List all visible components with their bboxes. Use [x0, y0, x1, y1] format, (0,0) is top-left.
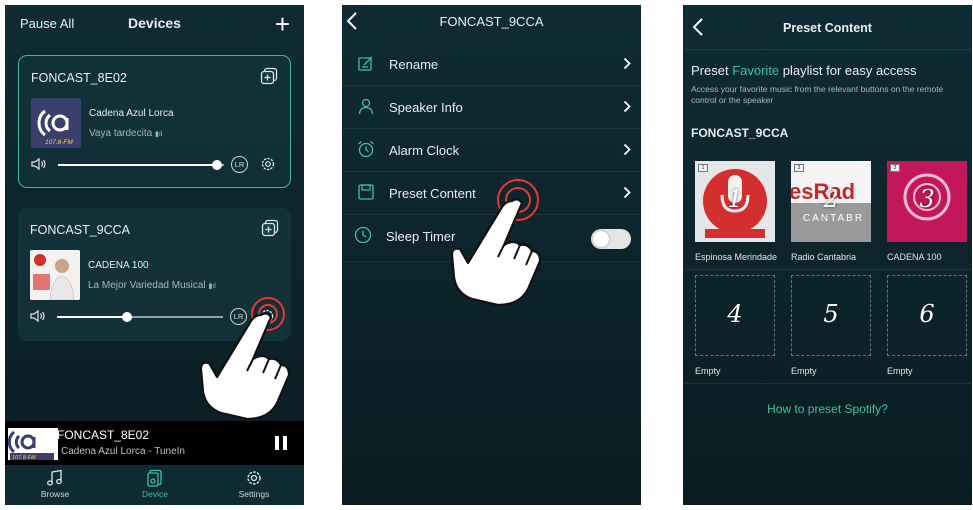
devices-screen: Pause All Devices + FONCAST_8E02 107.8-F…	[5, 5, 304, 505]
preset-tile[interactable]: esRad CANTABR 2 2	[791, 161, 871, 242]
station-subtitle: Vaya tardecita ▮ıl	[89, 128, 163, 139]
sleep-timer-icon	[354, 226, 372, 244]
group-icon[interactable]	[260, 67, 278, 85]
chevron-right-icon	[623, 100, 631, 113]
preset-label: Radio Cantabria	[791, 252, 857, 262]
tab-device[interactable]: Device	[125, 469, 185, 499]
volume-knob[interactable]	[212, 160, 222, 170]
page-title: FONCAST_9CCA	[439, 14, 544, 29]
devices-header: Pause All Devices +	[5, 5, 304, 43]
chevron-right-icon	[623, 57, 631, 70]
preset-label: CADENA 100	[887, 252, 942, 262]
device-name: FONCAST_9CCA	[30, 223, 131, 237]
gear-icon[interactable]	[259, 155, 277, 173]
now-playing-logo: 107.8-FM	[8, 428, 58, 460]
station-logo: 107.8-FM	[31, 98, 81, 148]
spotify-help-link[interactable]: How to preset Spotify?	[683, 402, 972, 416]
device-name: FONCAST_8E02	[31, 71, 127, 85]
volume-fill	[57, 316, 127, 318]
toggle-knob	[593, 231, 609, 247]
sleep-timer-toggle[interactable]	[591, 229, 631, 249]
now-playing-subtitle: Cadena Azul Lorca - TuneIn	[61, 446, 185, 457]
lr-badge[interactable]: LR	[231, 156, 248, 173]
preset-headline: Preset Favorite playlist for easy access	[691, 63, 917, 78]
preset-number: 2	[823, 185, 839, 213]
menu-item-label: Speaker Info	[389, 100, 463, 115]
menu-item-rename[interactable]: Rename	[342, 43, 641, 86]
chevron-right-icon	[623, 143, 631, 156]
menu-item-label: Rename	[389, 57, 439, 72]
preset-art-subtext: CANTABR	[803, 213, 864, 224]
person-icon	[358, 98, 374, 115]
now-playing-title: FONCAST_8E02	[57, 428, 150, 442]
preset-badge: 1	[698, 164, 708, 172]
device-name: FONCAST_9CCA	[691, 126, 789, 140]
preset-content-screen: Preset Content Preset Favorite playlist …	[683, 5, 972, 505]
speaker-volume-icon[interactable]	[30, 309, 46, 323]
radio-logo-icon: 107.8-FM	[8, 430, 54, 460]
divider	[683, 269, 972, 270]
preset-description: Access your favorite music from the rele…	[691, 84, 944, 105]
now-playing-bar[interactable]: 107.8-FM FONCAST_8E02 Cadena Azul Lorca …	[5, 421, 304, 465]
pause-icon[interactable]	[275, 436, 287, 450]
preset-number: 3	[919, 185, 935, 213]
preset-number: 1	[727, 185, 743, 213]
chevron-right-icon	[623, 186, 631, 199]
device-menu-screen: FONCAST_9CCA Rename Speaker Info Alarm C…	[342, 5, 641, 505]
gear-icon	[247, 471, 261, 485]
preset-label: Espinosa Merindades	[695, 252, 777, 262]
divider	[683, 49, 972, 50]
preset-label: Empty	[887, 366, 913, 376]
volume-knob[interactable]	[122, 312, 132, 322]
menu-item-speaker-info[interactable]: Speaker Info	[342, 86, 641, 129]
tab-settings-label: Settings	[238, 489, 270, 499]
device-icon	[147, 469, 162, 487]
menu-item-label: Alarm Clock	[389, 143, 460, 158]
divider	[683, 383, 972, 384]
preset-tile[interactable]: 3 3	[887, 161, 967, 242]
save-icon	[358, 184, 374, 200]
preset-tile[interactable]: 1 1	[695, 161, 775, 242]
preset-badge: 3	[890, 164, 900, 172]
preset-number: 5	[823, 300, 839, 328]
preset-label: Empty	[791, 366, 817, 376]
page-title: Devices	[128, 15, 181, 31]
preset-badge: 2	[794, 164, 804, 172]
preset-number: 6	[919, 300, 935, 328]
station-name: CADENA 100	[88, 260, 149, 271]
music-note-icon	[47, 469, 62, 486]
tab-browse[interactable]: Browse	[25, 469, 85, 499]
logo-freq: 107.8-FM	[12, 455, 36, 460]
logo-freq: 107.8-FM	[45, 139, 73, 146]
alarm-clock-icon	[358, 141, 374, 158]
volume-fill	[58, 164, 217, 166]
tab-settings[interactable]: Settings	[224, 469, 284, 499]
pointing-hand-icon	[199, 312, 291, 421]
add-device-plus-icon[interactable]: +	[275, 11, 290, 37]
preset-label: Empty	[695, 366, 721, 376]
tab-browse-label: Browse	[40, 489, 70, 499]
preset-tile-empty[interactable]: 4	[695, 275, 775, 356]
preset-number: 4	[727, 300, 743, 328]
pointing-hand-icon	[450, 198, 542, 307]
group-icon[interactable]	[261, 219, 279, 237]
station-logo	[30, 250, 80, 300]
speaker-volume-icon[interactable]	[31, 157, 47, 171]
device-card[interactable]: FONCAST_8E02 107.8-FM Cadena Azul Lorca …	[18, 55, 291, 188]
preset-tile-empty[interactable]: 5	[791, 275, 871, 356]
headline-accent: Favorite	[732, 63, 780, 78]
menu-item-alarm-clock[interactable]: Alarm Clock	[342, 129, 641, 172]
station-subtitle: La Mejor Variedad Musical ▮ıl	[88, 280, 216, 291]
page-title: Preset Content	[783, 21, 872, 35]
preset-tile-empty[interactable]: 6	[887, 275, 967, 356]
volume-slider[interactable]	[58, 160, 224, 170]
tab-device-label: Device	[142, 489, 168, 499]
station-name: Cadena Azul Lorca	[89, 108, 174, 119]
bottom-tab-bar: Browse Device Settings	[5, 465, 304, 505]
cadena100-art-icon	[30, 250, 80, 300]
rename-icon	[358, 56, 373, 71]
radio-logo-icon: 107.8-FM	[37, 109, 79, 146]
